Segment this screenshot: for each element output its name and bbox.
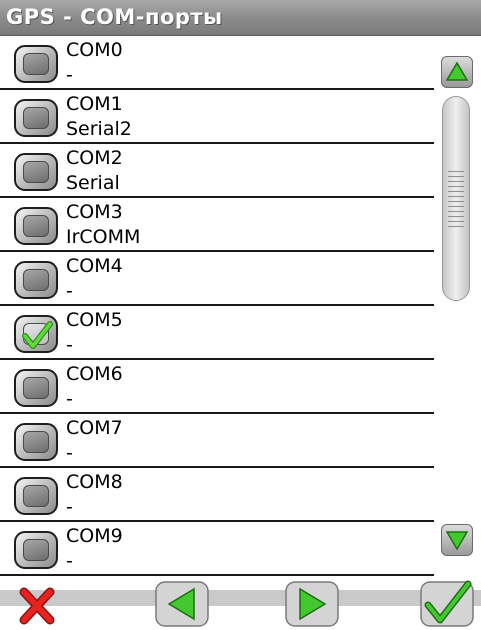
port-text: COM9 - xyxy=(66,524,123,574)
left-arrow-icon xyxy=(155,581,209,627)
list-item-com7[interactable]: COM7 - xyxy=(0,414,434,468)
scrollbar[interactable] xyxy=(434,36,481,576)
checkbox-inner xyxy=(23,377,49,399)
checkbox-checked[interactable] xyxy=(14,315,58,353)
port-name: COM5 xyxy=(66,309,123,331)
checkbox[interactable] xyxy=(14,261,58,299)
port-description: - xyxy=(66,334,73,356)
scroll-up-button[interactable] xyxy=(441,56,473,88)
scroll-thumb[interactable] xyxy=(442,96,470,301)
checkbox-inner xyxy=(23,215,49,237)
checkbox-inner xyxy=(23,107,49,129)
list-item-com4[interactable]: COM4 - xyxy=(0,252,434,306)
checkbox[interactable] xyxy=(14,207,58,245)
port-text: COM6 - xyxy=(66,362,123,412)
back-button[interactable] xyxy=(154,580,210,628)
scroll-down-button[interactable] xyxy=(441,524,473,556)
checkbox[interactable] xyxy=(14,369,58,407)
list-item-com0[interactable]: COM0 - xyxy=(0,36,434,90)
checkbox[interactable] xyxy=(14,153,58,191)
checkbox[interactable] xyxy=(14,99,58,137)
port-text: COM2 Serial xyxy=(66,146,123,196)
port-name: COM2 xyxy=(66,147,123,169)
port-text: COM7 - xyxy=(66,416,123,466)
forward-button[interactable] xyxy=(284,580,340,628)
triangle-down-icon xyxy=(445,531,469,551)
port-description: Serial2 xyxy=(66,118,132,140)
checkbox-inner xyxy=(23,431,49,453)
checkbox[interactable] xyxy=(14,45,58,83)
list-item-com6[interactable]: COM6 - xyxy=(0,360,434,414)
port-name: COM8 xyxy=(66,471,123,493)
scroll-grip xyxy=(448,171,464,227)
cancel-button[interactable] xyxy=(14,580,70,628)
checkbox-inner xyxy=(23,269,49,291)
port-name: COM9 xyxy=(66,525,123,547)
port-name: COM3 xyxy=(66,201,123,223)
port-description: - xyxy=(66,442,73,464)
list-item-com5[interactable]: COM5 - xyxy=(0,306,434,360)
port-text: COM0 - xyxy=(66,38,123,88)
port-description: IrCOMM xyxy=(66,226,141,248)
check-icon xyxy=(22,321,53,349)
list-item-com8[interactable]: COM8 - xyxy=(0,468,434,522)
checkbox-inner xyxy=(23,539,49,561)
port-description: - xyxy=(66,388,73,410)
checkbox[interactable] xyxy=(14,531,58,569)
triangle-up-icon xyxy=(445,61,469,81)
bottom-toolbar xyxy=(0,576,481,630)
com-port-list[interactable]: COM0 - COM1 Serial2 COM2 Serial COM3 IrC… xyxy=(0,36,434,576)
checkbox[interactable] xyxy=(14,423,58,461)
port-description: - xyxy=(66,64,73,86)
checkbox[interactable] xyxy=(14,477,58,515)
port-text: COM1 Serial2 xyxy=(66,92,132,142)
checkbox-inner xyxy=(23,485,49,507)
port-name: COM1 xyxy=(66,93,123,115)
list-item-com9[interactable]: COM9 - xyxy=(0,522,434,576)
checkbox-inner xyxy=(23,161,49,183)
port-description: - xyxy=(66,280,73,302)
confirm-button[interactable] xyxy=(419,580,475,628)
port-text: COM4 - xyxy=(66,254,123,304)
port-text: COM5 - xyxy=(66,308,123,358)
port-description: - xyxy=(66,550,73,572)
right-arrow-icon xyxy=(285,581,339,627)
port-description: - xyxy=(66,496,73,518)
list-item-com1[interactable]: COM1 Serial2 xyxy=(0,90,434,144)
list-item-com2[interactable]: COM2 Serial xyxy=(0,144,434,198)
page-title: GPS - COM-порты xyxy=(6,5,223,29)
port-name: COM4 xyxy=(66,255,123,277)
port-text: COM3 IrCOMM xyxy=(66,200,140,250)
list-item-com3[interactable]: COM3 IrCOMM xyxy=(0,198,434,252)
port-description: Serial xyxy=(66,172,120,194)
title-bar: GPS - COM-порты xyxy=(0,0,481,36)
port-name: COM6 xyxy=(66,363,123,385)
port-text: COM8 - xyxy=(66,470,123,520)
checkbox-inner xyxy=(23,53,49,75)
red-x-icon xyxy=(19,587,55,625)
port-name: COM0 xyxy=(66,39,123,61)
port-name: COM7 xyxy=(66,417,123,439)
check-icon xyxy=(420,580,474,627)
